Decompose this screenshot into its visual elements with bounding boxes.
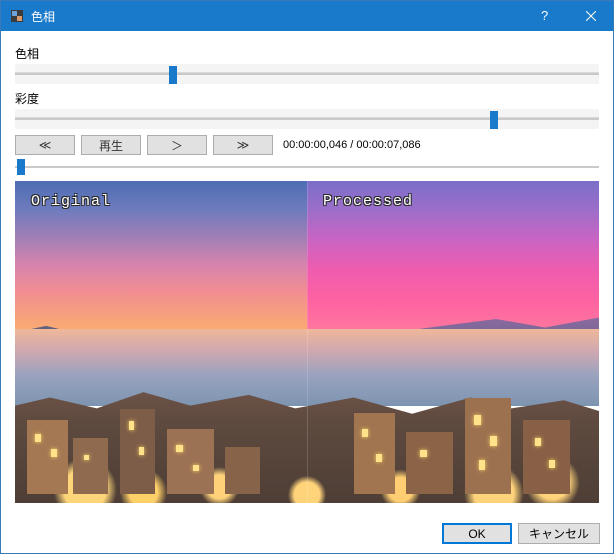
ok-button[interactable]: OK xyxy=(442,523,512,544)
hue-slider-thumb[interactable] xyxy=(169,66,177,84)
hue-slider[interactable] xyxy=(15,64,599,84)
saturation-slider[interactable] xyxy=(15,109,599,129)
scrub-slider[interactable] xyxy=(15,159,599,175)
cancel-button[interactable]: キャンセル xyxy=(518,523,600,544)
playback-controls: ≪ 再生 ＞ ≫ 00:00:00,046 / 00:00:07,086 xyxy=(15,135,599,155)
original-label: Original xyxy=(31,193,111,210)
app-icon xyxy=(9,8,25,24)
svg-text:?: ? xyxy=(541,9,548,23)
processed-label: Processed xyxy=(323,193,413,210)
close-button[interactable] xyxy=(568,1,613,31)
fast-forward-button[interactable]: ≫ xyxy=(213,135,273,155)
saturation-label: 彩度 xyxy=(15,90,599,107)
step-button[interactable]: ＞ xyxy=(147,135,207,155)
hue-label: 色相 xyxy=(15,45,599,62)
preview-area: Original Processed xyxy=(15,181,599,503)
saturation-slider-thumb[interactable] xyxy=(490,111,498,129)
rewind-button[interactable]: ≪ xyxy=(15,135,75,155)
dialog-footer: OK キャンセル xyxy=(442,523,600,544)
window-title: 色相 xyxy=(31,8,523,25)
help-button[interactable]: ? xyxy=(523,1,568,31)
titlebar: 色相 ? xyxy=(1,1,613,31)
timecode: 00:00:00,046 / 00:00:07,086 xyxy=(283,139,421,151)
scrub-thumb[interactable] xyxy=(17,159,25,175)
play-button[interactable]: 再生 xyxy=(81,135,141,155)
dialog-content: 色相 彩度 ≪ 再生 ＞ ≫ 00:00:00,046 / 00:00:07,0… xyxy=(1,31,613,511)
